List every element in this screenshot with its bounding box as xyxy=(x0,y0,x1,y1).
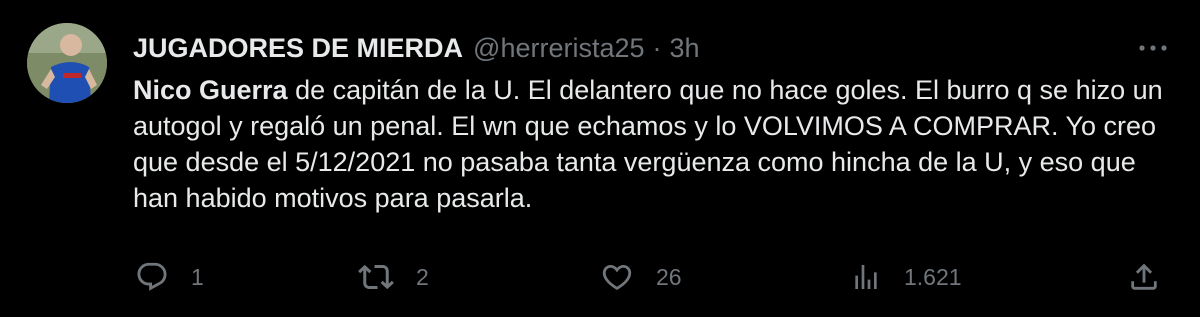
tweet-header: JUGADORES DE MIERDA @herrerista25 · 3h xyxy=(133,28,700,68)
reply-count: 1 xyxy=(191,263,204,290)
tweet[interactable]: JUGADORES DE MIERDA @herrerista25 · 3h N… xyxy=(0,0,1200,317)
views-icon xyxy=(855,265,877,289)
like-button[interactable]: 26 xyxy=(600,255,682,299)
share-button[interactable] xyxy=(1127,255,1161,299)
retweet-button[interactable]: 2 xyxy=(358,255,429,299)
author-handle[interactable]: @herrerista25 xyxy=(473,33,644,64)
share-icon xyxy=(1131,263,1157,290)
tweet-timestamp[interactable]: 3h xyxy=(670,33,700,64)
like-count: 26 xyxy=(656,263,682,290)
more-icon xyxy=(1139,45,1167,51)
retweet-count: 2 xyxy=(416,263,429,290)
views-button[interactable]: 1.621 xyxy=(850,255,962,299)
reply-button[interactable]: 1 xyxy=(135,255,204,299)
tweet-body: de capitán de la U. El delantero que no … xyxy=(133,75,1163,213)
action-bar: 1 2 26 1.621 xyxy=(0,255,1200,299)
like-icon xyxy=(602,264,632,290)
separator-dot: · xyxy=(652,32,662,63)
author-name[interactable]: JUGADORES DE MIERDA xyxy=(133,33,463,64)
mentioned-name: Nico Guerra xyxy=(133,75,288,105)
avatar[interactable] xyxy=(27,23,107,103)
reply-icon xyxy=(137,262,167,291)
avatar-image xyxy=(27,23,107,103)
more-options-button[interactable] xyxy=(1135,34,1171,62)
retweet-icon xyxy=(358,264,394,290)
tweet-text: Nico Guerra de capitán de la U. El delan… xyxy=(133,72,1173,216)
views-count: 1.621 xyxy=(904,263,962,290)
